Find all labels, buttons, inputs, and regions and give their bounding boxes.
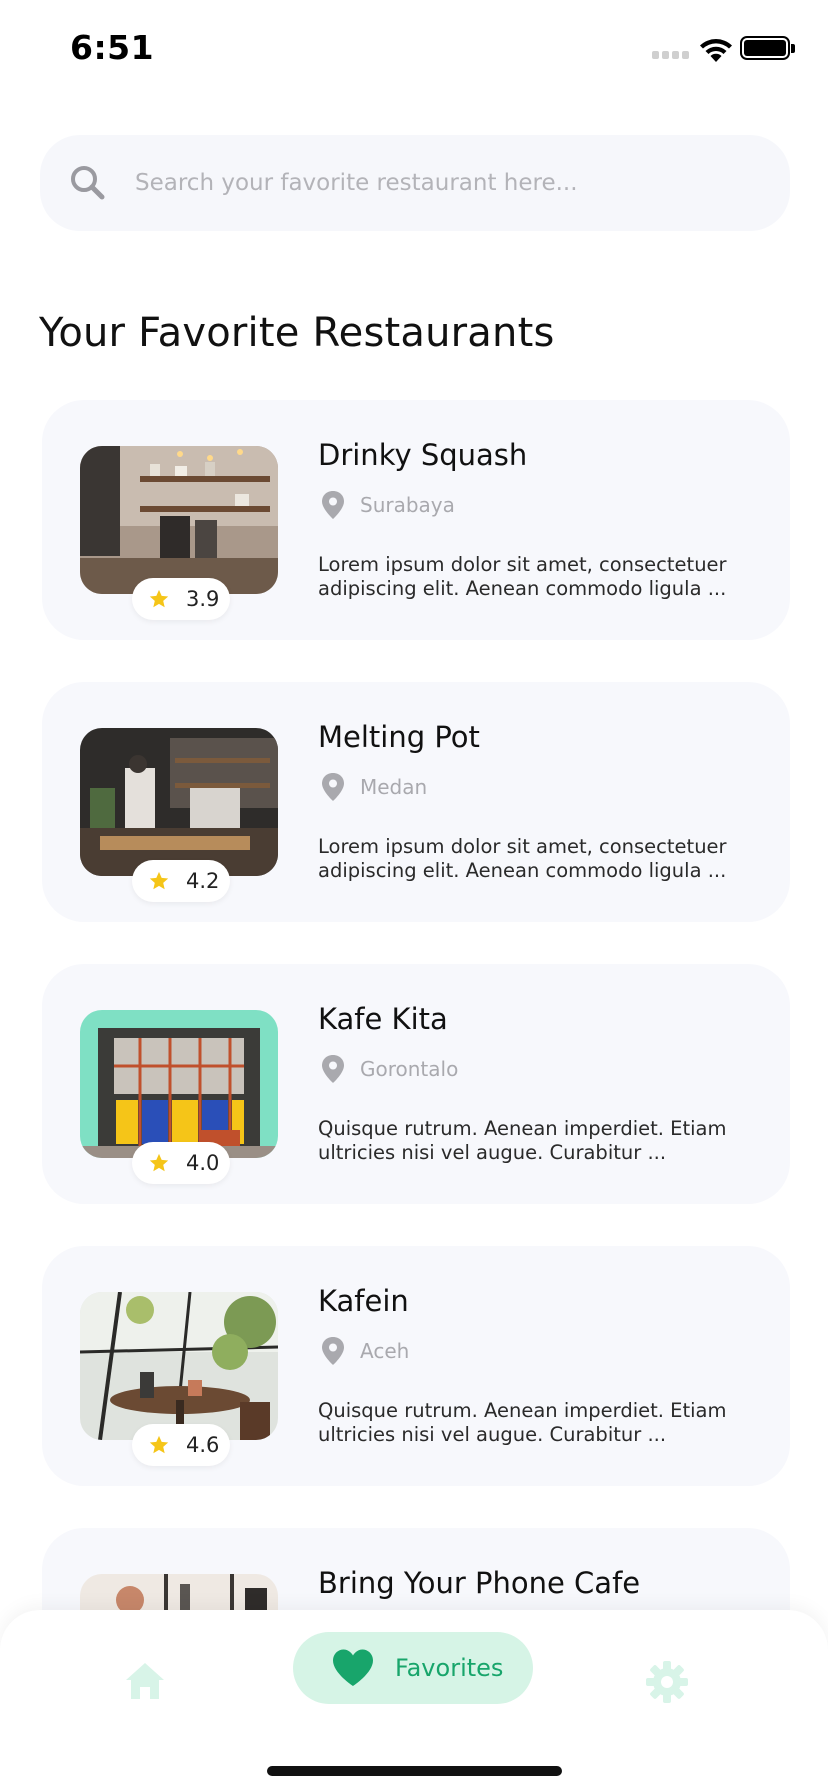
- restaurant-city: Aceh: [360, 1339, 410, 1363]
- restaurant-location: Aceh: [320, 1336, 409, 1366]
- star-icon: [149, 871, 169, 890]
- heart-icon: [333, 1649, 373, 1686]
- restaurant-name: Kafe Kita: [318, 1002, 448, 1036]
- restaurant-location: Medan: [320, 772, 427, 802]
- star-icon: [149, 1153, 169, 1172]
- location-pin-icon: [322, 773, 344, 801]
- battery-cap: [791, 44, 795, 53]
- star-icon: [149, 589, 169, 608]
- restaurant-name: Melting Pot: [318, 720, 480, 754]
- rating-badge: 4.6: [132, 1424, 230, 1466]
- page-title: Your Favorite Restaurants: [39, 310, 555, 356]
- search-icon: [71, 166, 105, 200]
- restaurant-location: Gorontalo: [320, 1054, 458, 1084]
- rating-badge: 4.0: [132, 1142, 230, 1184]
- star-icon: [149, 1435, 169, 1454]
- location-pin-icon: [322, 491, 344, 519]
- restaurant-description: Lorem ipsum dolor sit amet, consectetuer…: [318, 835, 727, 882]
- restaurant-card[interactable]: 4.6 Kafein Aceh Quisque rutrum. Aenean i…: [42, 1246, 790, 1486]
- nav-favorites-label: Favorites: [395, 1654, 504, 1682]
- signal-dots-icon: [652, 51, 689, 59]
- rating-value: 4.0: [186, 1151, 220, 1175]
- restaurant-description: Quisque rutrum. Aenean imperdiet. Etiam …: [318, 1399, 727, 1446]
- restaurant-city: Medan: [360, 775, 428, 799]
- restaurant-card[interactable]: 4.0 Kafe Kita Gorontalo Quisque rutrum. …: [42, 964, 790, 1204]
- location-pin-icon: [322, 1337, 344, 1365]
- restaurant-location: Surabaya: [320, 490, 455, 520]
- restaurant-image: [80, 1292, 278, 1440]
- status-time: 6:51: [70, 28, 155, 67]
- rating-value: 4.2: [186, 869, 220, 893]
- restaurant-name: Drinky Squash: [318, 438, 528, 472]
- restaurant-card[interactable]: 3.9 Drinky Squash Surabaya Lorem ipsum d…: [42, 400, 790, 640]
- restaurant-description: Quisque rutrum. Aenean imperdiet. Etiam …: [318, 1117, 727, 1164]
- restaurant-city: Gorontalo: [360, 1057, 459, 1081]
- restaurant-image: [80, 1010, 278, 1158]
- battery-icon: [740, 36, 790, 60]
- rating-value: 4.6: [186, 1433, 220, 1457]
- home-indicator: [267, 1766, 562, 1776]
- rating-badge: 3.9: [132, 578, 230, 620]
- search-input[interactable]: [135, 135, 755, 231]
- wifi-icon: [700, 39, 732, 62]
- restaurant-name: Bring Your Phone Cafe: [318, 1566, 641, 1600]
- location-pin-icon: [322, 1055, 344, 1083]
- search-bar[interactable]: [40, 135, 790, 231]
- status-bar: 6:51: [0, 0, 828, 100]
- nav-favorites-tab[interactable]: Favorites: [293, 1632, 533, 1704]
- bottom-navigation: Favorites: [0, 1610, 828, 1792]
- home-icon[interactable]: [124, 1660, 166, 1702]
- restaurant-name: Kafein: [318, 1284, 409, 1318]
- rating-value: 3.9: [186, 587, 220, 611]
- gear-icon[interactable]: [645, 1660, 689, 1704]
- restaurant-card[interactable]: 4.2 Melting Pot Medan Lorem ipsum dolor …: [42, 682, 790, 922]
- restaurant-image: [80, 446, 278, 594]
- restaurant-image: [80, 728, 278, 876]
- restaurant-list: 3.9 Drinky Squash Surabaya Lorem ipsum d…: [42, 400, 790, 1792]
- rating-badge: 4.2: [132, 860, 230, 902]
- restaurant-city: Surabaya: [360, 493, 455, 517]
- restaurant-description: Lorem ipsum dolor sit amet, consectetuer…: [318, 553, 727, 600]
